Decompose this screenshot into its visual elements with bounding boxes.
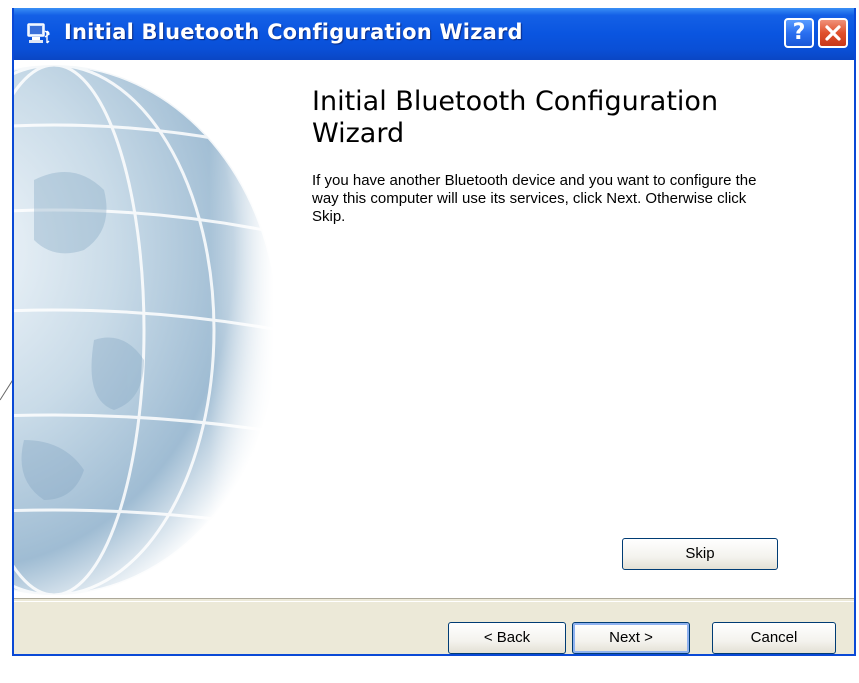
page-title: Initial Bluetooth Configuration Wizard	[312, 86, 719, 149]
help-icon: ?	[792, 20, 806, 45]
help-button[interactable]: ?	[784, 18, 814, 48]
close-icon	[825, 25, 841, 41]
cancel-button[interactable]: Cancel	[712, 622, 836, 654]
back-button[interactable]: < Back	[448, 622, 566, 654]
bluetooth-computer-icon	[27, 23, 51, 44]
next-button[interactable]: Next >	[572, 622, 690, 654]
page-description: If you have another Bluetooth device and…	[312, 172, 757, 225]
wizard-content: Initial Bluetooth Configuration Wizard I…	[14, 60, 854, 598]
globe-graphic	[14, 60, 274, 598]
wizard-window: Initial Bluetooth Configuration Wizard ?	[12, 8, 856, 656]
title-bar[interactable]: Initial Bluetooth Configuration Wizard ?	[14, 8, 854, 61]
skip-button[interactable]: Skip	[622, 538, 778, 570]
close-button[interactable]	[818, 18, 848, 48]
footer-divider	[14, 598, 854, 602]
window-title: Initial Bluetooth Configuration Wizard	[64, 20, 523, 44]
